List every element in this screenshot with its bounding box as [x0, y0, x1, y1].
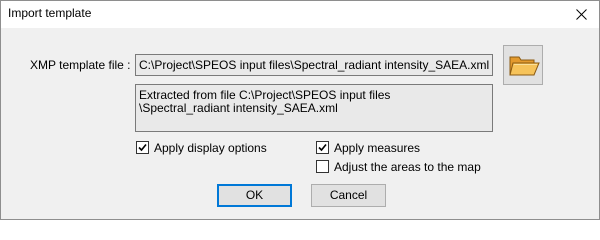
apply-measures-checkbox[interactable]	[316, 141, 329, 154]
checkmark-icon	[138, 143, 147, 152]
apply-measures-label: Apply measures	[334, 141, 421, 155]
adjust-areas-checkbox[interactable]	[316, 160, 329, 173]
title-bar: Import template	[1, 1, 599, 28]
apply-display-options-label: Apply display options	[154, 141, 267, 155]
adjust-areas-label: Adjust the areas to the map	[334, 160, 481, 174]
template-info-text: Extracted from file C:\Project\SPEOS inp…	[135, 84, 493, 132]
ok-button[interactable]: OK	[217, 184, 292, 207]
import-template-dialog: Import template XMP template file : C:\P…	[0, 0, 600, 220]
xmp-template-file-label: XMP template file :	[30, 58, 131, 72]
checkmark-icon	[318, 143, 327, 152]
template-info-line-2: \Spectral_radiant intensity_SAEA.xml	[139, 101, 338, 115]
browse-folder-button[interactable]	[503, 45, 543, 85]
folder-open-icon	[509, 56, 540, 76]
cancel-button[interactable]: Cancel	[311, 184, 386, 207]
dialog-title: Import template	[8, 6, 92, 20]
close-button[interactable]	[565, 1, 599, 28]
close-icon	[576, 9, 587, 20]
xmp-template-path-field[interactable]: C:\Project\SPEOS input files\Spectral_ra…	[135, 54, 493, 76]
apply-display-options-checkbox[interactable]	[136, 141, 149, 154]
